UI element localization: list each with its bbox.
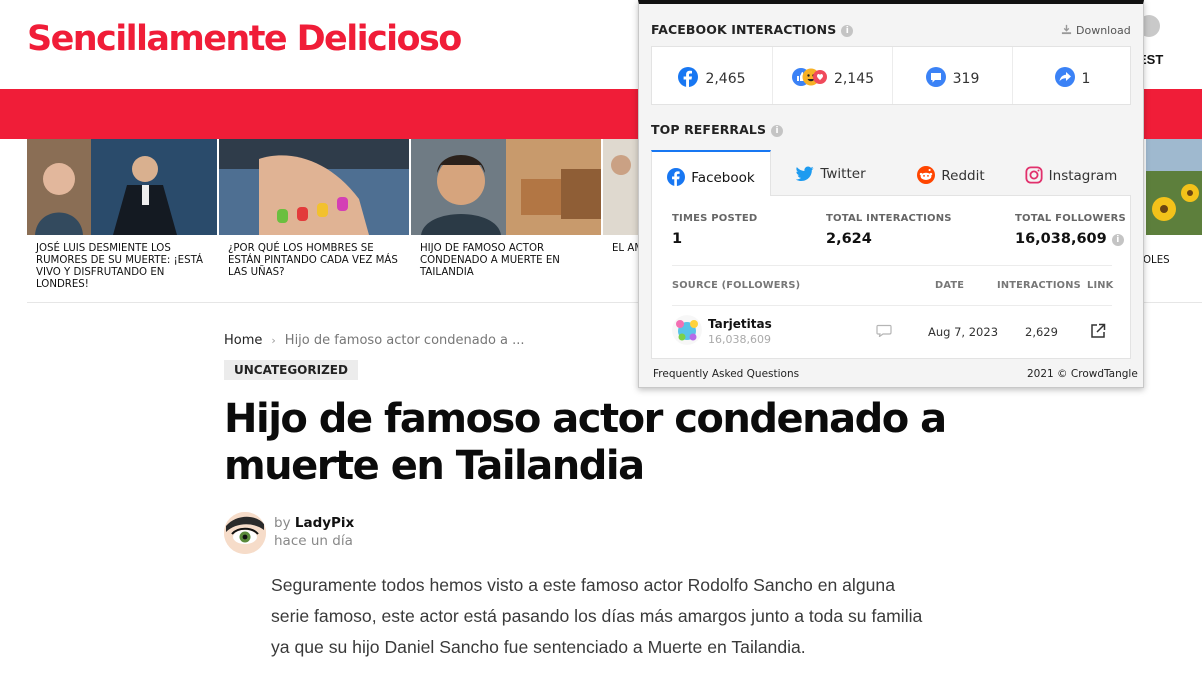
referral-tabs: Facebook Twitter Reddit Instagram [651,150,1131,196]
card-title[interactable]: ¿Por qué los hombres se están pintando c… [219,235,409,279]
card-title[interactable]: OLES [1143,255,1170,266]
times-posted-value: 1 [672,231,683,247]
twitter-icon [796,166,814,182]
total-followers-label: TOTAL FOLLOWERS [1015,213,1126,224]
card-image[interactable] [1146,139,1202,235]
download-label: Download [1076,24,1131,37]
reactions-icon [791,68,827,86]
tab-label: Instagram [1048,168,1118,184]
info-icon[interactable]: i [1111,234,1124,246]
facebook-interactions-heading: FACEBOOK INTERACTIONS i [651,22,854,37]
info-icon[interactable]: i [771,125,784,137]
tab-label: Twitter [820,166,866,182]
row-date: Aug 7, 2023 [928,325,999,339]
card-image[interactable] [27,139,217,235]
tab-reddit[interactable]: Reddit [891,150,1011,196]
col-source: SOURCE (FOLLOWERS) [672,280,801,291]
reactions-stat: 2,465 [652,47,772,104]
breadcrumb-current: Hijo de famoso actor condenado a ... [284,333,525,348]
article-body: Seguramente todos hemos visto a este fam… [271,575,923,657]
total-followers-value: 16,038,609 [1015,231,1107,247]
comment-bubble-icon [925,67,946,87]
interactions-summary: 2,465 2,145 319 1 [651,46,1131,105]
tab-facebook[interactable]: Facebook [651,150,771,196]
card-title[interactable]: José Luis desmiente los rumores de su mu… [27,235,217,291]
card-title[interactable]: Hijo de famoso actor condenado a muerte … [411,235,601,279]
reactions-count: 2,465 [705,71,746,87]
likes-count: 2,145 [833,71,875,87]
comments-count: 319 [952,71,980,87]
tab-label: Facebook [691,170,755,186]
author-name[interactable]: LadyPix [295,515,354,531]
article-title: Hijo de famoso actor condenado a muerte … [224,396,947,489]
total-interactions-value: 2,624 [826,231,872,247]
total-followers: 16,038,609 i [1015,231,1124,247]
faq-link[interactable]: Frequently Asked Questions [653,368,799,380]
total-interactions-label: TOTAL INTERACTIONS [826,213,952,224]
source-avatar[interactable] [672,315,702,345]
breadcrumb-separator: › [271,334,276,347]
tab-instagram[interactable]: Instagram [1011,150,1131,196]
category-badge[interactable]: UNCATEGORIZED [224,360,358,380]
download-link[interactable]: Download [1061,24,1131,37]
facebook-icon [667,168,686,186]
top-referrals-title: TOP REFERRALS [651,122,767,137]
copyright: 2021 © CrowdTangle [1027,368,1138,380]
author-prefix: by [274,515,291,531]
comment-icon[interactable] [876,324,892,337]
crowdtangle-popup: FACEBOOK INTERACTIONS i Download 2,465 2… [638,0,1144,388]
info-icon[interactable]: i [841,25,854,37]
shares-stat: 1 [1012,47,1132,104]
divider [672,265,1112,266]
card-image[interactable] [411,139,601,235]
col-date: DATE [935,280,965,291]
facebook-icon [678,67,699,87]
author-byline: by LadyPix [274,515,354,531]
carousel-card[interactable]: ¿Por qué los hombres se están pintando c… [219,139,409,279]
download-icon [1061,24,1072,35]
divider [672,305,1112,306]
carousel-left-edge [0,139,27,303]
top-referrals-heading: TOP REFERRALS i [651,122,784,137]
times-posted-label: TIMES POSTED [672,213,758,224]
facebook-interactions-title: FACEBOOK INTERACTIONS [651,22,837,37]
carousel-card[interactable]: José Luis desmiente los rumores de su mu… [27,139,217,291]
likes-stat: 2,145 [772,47,892,104]
reddit-icon [917,166,936,184]
author-avatar[interactable] [224,512,266,554]
post-time: hace un día [274,533,353,549]
share-icon [1054,67,1075,87]
row-interactions: 2,629 [1025,325,1058,339]
source-name[interactable]: Tarjetitas [708,317,772,331]
tab-label: Reddit [941,168,985,184]
tab-twitter[interactable]: Twitter [771,150,891,196]
referral-panel: TIMES POSTED 1 TOTAL INTERACTIONS 2,624 … [651,195,1131,359]
carousel-card[interactable]: Hijo de famoso actor condenado a muerte … [411,139,601,279]
col-link: LINK [1087,280,1114,291]
breadcrumb: Home › Hijo de famoso actor condenado a ..… [224,333,525,348]
col-interactions: INTERACTIONS [997,280,1081,291]
comments-stat: 319 [892,47,1012,104]
site-logo[interactable]: Sencillamente Delicioso [27,19,462,59]
external-link-icon[interactable] [1090,323,1106,339]
instagram-icon [1025,166,1043,184]
source-followers: 16,038,609 [708,333,771,346]
shares-count: 1 [1081,71,1091,87]
breadcrumb-home[interactable]: Home [224,333,262,348]
card-image[interactable] [219,139,409,235]
